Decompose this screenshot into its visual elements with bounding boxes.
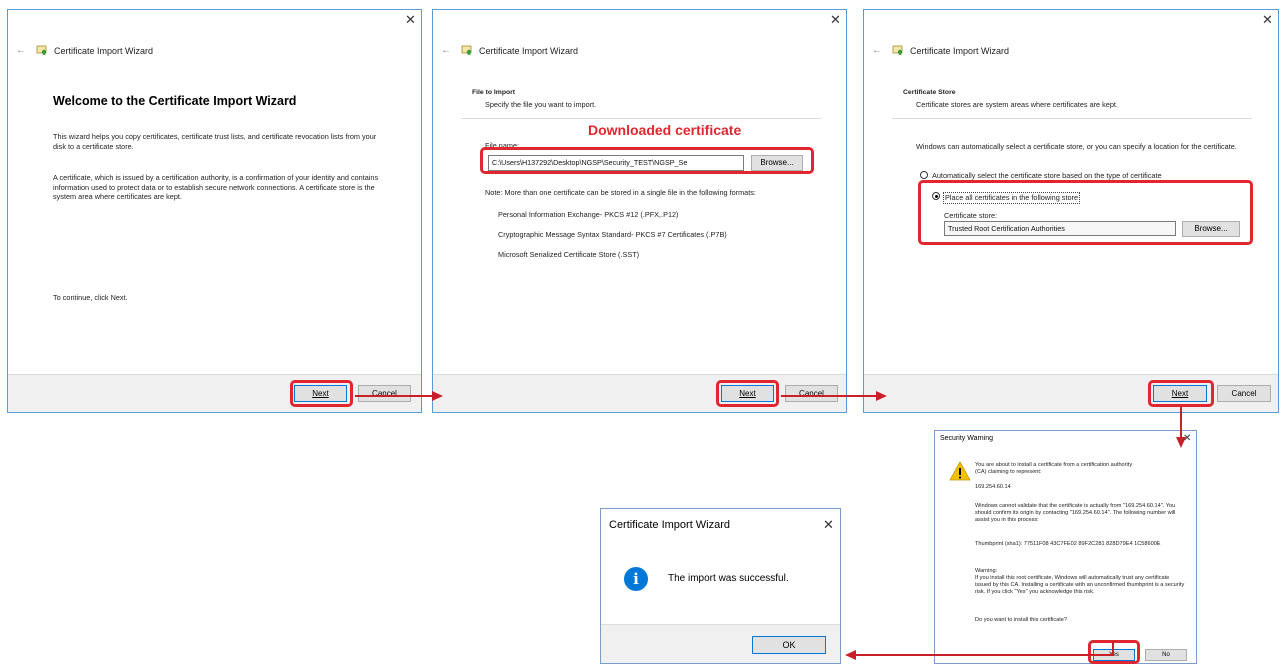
store-option-highlight <box>918 180 1253 245</box>
success-title: Certificate Import Wizard <box>609 519 731 531</box>
security-warning-dialog: Security Warning ✕ You are about to inst… <box>934 430 1197 664</box>
welcome-paragraph-1: This wizard helps you copy certificates,… <box>53 132 377 151</box>
wizard-step-file: ✕ ← Certificate Import Wizard File to Im… <box>432 9 847 413</box>
back-arrow-icon[interactable]: ← <box>16 45 26 56</box>
security-question: Do you want to install this certificate? <box>975 617 1068 623</box>
next-button-highlight <box>716 380 779 407</box>
section-subtitle: Certificate stores are system areas wher… <box>916 100 1118 109</box>
back-arrow-icon[interactable]: ← <box>441 45 451 56</box>
format-item: Cryptographic Message Syntax Standard- P… <box>498 230 727 239</box>
format-item: Microsoft Serialized Certificate Store (… <box>498 250 640 259</box>
cancel-button[interactable]: Cancel <box>358 385 411 402</box>
ok-button[interactable]: OK <box>752 636 826 654</box>
section-title: Certificate Store <box>903 89 956 96</box>
success-message: The import was successful. <box>668 573 789 584</box>
continue-text: To continue, click Next. <box>53 293 128 302</box>
format-item: Personal Information Exchange- PKCS #12 … <box>498 210 679 219</box>
cancel-button[interactable]: Cancel <box>1217 385 1271 402</box>
info-icon: i <box>624 567 648 591</box>
certificate-icon <box>36 45 48 56</box>
wizard-title: Certificate Import Wizard <box>54 45 154 56</box>
welcome-paragraph-2: A certificate, which is issued by a cert… <box>53 173 379 201</box>
close-icon[interactable]: ✕ <box>823 517 834 533</box>
wizard-header: ← Certificate Import Wizard <box>441 45 578 56</box>
security-warning-text: If you install this root certificate, Wi… <box>975 575 1185 596</box>
warning-icon <box>949 461 971 481</box>
security-thumbprint: Thumbprint (sha1): 77511F08 43C7FE02 89F… <box>975 541 1161 547</box>
close-icon[interactable]: ✕ <box>1262 12 1273 28</box>
store-intro: Windows can automatically select a certi… <box>916 142 1237 151</box>
security-ip: 169.254.60.14 <box>975 484 1011 490</box>
back-arrow-icon[interactable]: ← <box>872 45 882 56</box>
close-icon[interactable]: ✕ <box>830 12 841 28</box>
no-button[interactable]: No <box>1145 649 1187 661</box>
next-button-highlight <box>290 380 353 407</box>
close-icon[interactable]: ✕ <box>405 12 416 28</box>
close-icon[interactable]: ✕ <box>1183 433 1191 444</box>
wizard-step-welcome: ✕ ← Certificate Import Wizard Welcome to… <box>7 9 422 413</box>
wizard-title: Certificate Import Wizard <box>910 45 1010 56</box>
section-subtitle: Specify the file you want to import. <box>485 100 597 109</box>
wizard-footer: Next Cancel <box>8 374 421 412</box>
wizard-title: Certificate Import Wizard <box>479 45 579 56</box>
file-input-highlight <box>480 147 814 174</box>
section-separator <box>892 118 1252 119</box>
section-separator <box>461 118 821 119</box>
success-dialog: Certificate Import Wizard ✕ i The import… <box>600 508 841 664</box>
security-line1: You are about to install a certificate f… <box>975 462 1133 476</box>
certificate-icon <box>892 45 904 56</box>
formats-note: Note: More than one certificate can be s… <box>485 188 756 197</box>
radio-auto-select[interactable] <box>920 171 928 179</box>
certificate-icon <box>461 45 473 56</box>
next-button-highlight <box>1148 380 1214 407</box>
security-title: Security Warning <box>940 435 994 442</box>
wizard-header: ← Certificate Import Wizard <box>16 45 153 56</box>
section-title: File to Import <box>472 89 516 96</box>
success-footer: OK <box>601 624 840 663</box>
cancel-button[interactable]: Cancel <box>785 385 838 402</box>
wizard-footer: Next Cancel <box>433 374 846 412</box>
wizard-footer: Next Cancel <box>864 374 1278 412</box>
yes-button-highlight <box>1088 640 1140 664</box>
annotation-downloaded-certificate: Downloaded certificate <box>588 122 742 138</box>
security-line2: Windows cannot validate that the certifi… <box>975 503 1176 524</box>
welcome-heading: Welcome to the Certificate Import Wizard <box>53 94 297 108</box>
wizard-header: ← Certificate Import Wizard <box>872 45 1009 56</box>
